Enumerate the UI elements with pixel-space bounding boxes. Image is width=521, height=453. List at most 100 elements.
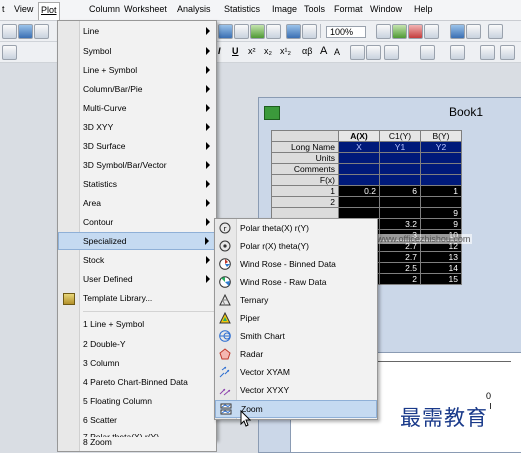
table-cell[interactable]: 13: [420, 251, 462, 263]
menu-tools-partial[interactable]: t: [2, 4, 5, 14]
submenu-item-wind-rose-binned[interactable]: Wind Rose - Binned Data: [215, 256, 377, 273]
zoom-combo[interactable]: 100%: [326, 26, 367, 38]
submenu-item-vector-xyam[interactable]: Vector XYAM: [215, 364, 377, 381]
menu-item-specialized[interactable]: Specialized: [58, 232, 216, 250]
menu-help[interactable]: Help: [414, 4, 433, 14]
table-cell[interactable]: [379, 152, 421, 164]
menu-item-3d-xyy[interactable]: 3D XYY: [58, 119, 216, 136]
duplicate-icon[interactable]: [302, 24, 317, 39]
table-cell[interactable]: Y2: [420, 141, 462, 153]
print-icon[interactable]: [376, 24, 391, 39]
submenu-item-wind-rose-raw[interactable]: Wind Rose - Raw Data: [215, 274, 377, 291]
submenu-item-piper[interactable]: Piper: [215, 310, 377, 327]
table-cell[interactable]: [420, 152, 462, 164]
menu-item-stock[interactable]: Stock: [58, 252, 216, 269]
menu-plot[interactable]: Plot: [38, 2, 60, 20]
table-cell[interactable]: 9: [420, 207, 462, 219]
import-multiple-icon[interactable]: [266, 24, 281, 39]
font-size-icon[interactable]: [2, 45, 17, 60]
menu-item-recent-8[interactable]: 8 Zoom: [83, 437, 112, 447]
save-template-icon[interactable]: [218, 24, 233, 39]
menu-item-3d-surface[interactable]: 3D Surface: [58, 138, 216, 155]
menu-item-statistics[interactable]: Statistics: [58, 176, 216, 193]
menu-item-line[interactable]: Line: [58, 23, 216, 40]
table-cell[interactable]: 3.2: [379, 218, 421, 230]
menu-item-column-bar-pie[interactable]: Column/Bar/Pie: [58, 81, 216, 98]
italic-button[interactable]: I: [218, 46, 221, 56]
menu-column[interactable]: Column: [89, 4, 120, 14]
export-icon[interactable]: [392, 24, 407, 39]
table-cell[interactable]: [338, 196, 380, 208]
menu-image[interactable]: Image: [272, 4, 297, 14]
table-cell[interactable]: 2: [379, 273, 421, 285]
increase-font-button[interactable]: A: [320, 45, 327, 57]
submenu-item-ternary[interactable]: Ternary: [215, 292, 377, 309]
import-ascii-icon[interactable]: [250, 24, 265, 39]
table-cell[interactable]: [420, 163, 462, 175]
menu-view[interactable]: View: [14, 4, 33, 14]
save-icon[interactable]: [34, 24, 49, 39]
table-cell[interactable]: [338, 174, 380, 186]
superscript-button[interactable]: x²: [248, 46, 256, 56]
menu-item-contour[interactable]: Contour: [58, 214, 216, 231]
table-cell[interactable]: 2.7: [379, 251, 421, 263]
project-explorer-icon[interactable]: [488, 24, 503, 39]
menu-item-template-library[interactable]: Template Library...: [58, 290, 216, 307]
menu-statistics[interactable]: Statistics: [224, 4, 260, 14]
table-cell[interactable]: 9: [420, 218, 462, 230]
menu-item-3d-symbol-bar-vector[interactable]: 3D Symbol/Bar/Vector: [58, 157, 216, 174]
font-color-icon[interactable]: [384, 45, 399, 60]
submenu-item-polar-theta-x[interactable]: r Polar theta(X) r(Y): [215, 220, 377, 237]
menu-item-recent-3[interactable]: 3 Column: [58, 355, 216, 372]
subscript-button[interactable]: x₂: [264, 46, 272, 56]
import-icon[interactable]: [234, 24, 249, 39]
greek-button[interactable]: αβ: [302, 46, 312, 56]
code-builder-icon[interactable]: [466, 24, 481, 39]
column-header[interactable]: A(X): [338, 130, 380, 142]
menu-format[interactable]: Format: [334, 4, 363, 14]
menu-item-area[interactable]: Area: [58, 195, 216, 212]
table-cell[interactable]: Y1: [379, 141, 421, 153]
open-icon[interactable]: [18, 24, 33, 39]
border-color-icon[interactable]: [480, 45, 495, 60]
line-width-icon[interactable]: [500, 45, 515, 60]
menu-item-recent-5[interactable]: 5 Floating Column: [58, 393, 216, 410]
menu-item-recent-6[interactable]: 6 Scatter: [58, 412, 216, 429]
table-cell[interactable]: 15: [420, 273, 462, 285]
column-header[interactable]: B(Y): [420, 130, 462, 142]
supersubscript-button[interactable]: x¹₂: [280, 46, 291, 56]
table-cell[interactable]: 6: [379, 185, 421, 197]
recalculate-icon[interactable]: [286, 24, 301, 39]
table-cell[interactable]: [338, 152, 380, 164]
fill-color-icon[interactable]: [420, 45, 435, 60]
command-window-icon[interactable]: [450, 24, 465, 39]
table-cell[interactable]: [379, 196, 421, 208]
table-cell[interactable]: [379, 163, 421, 175]
table-cell[interactable]: 1: [420, 185, 462, 197]
submenu-item-radar[interactable]: Radar: [215, 346, 377, 363]
table-cell[interactable]: 0.2: [338, 185, 380, 197]
line-style-icon[interactable]: [366, 45, 381, 60]
submenu-item-polar-r-x[interactable]: Polar r(X) theta(Y): [215, 238, 377, 255]
menu-item-line-symbol[interactable]: Line + Symbol: [58, 62, 216, 79]
menu-worksheet[interactable]: Worksheet: [124, 4, 167, 14]
submenu-item-vector-xyxy[interactable]: Vector XYXY: [215, 382, 377, 399]
menu-item-symbol[interactable]: Symbol: [58, 43, 216, 60]
menu-window[interactable]: Window: [370, 4, 402, 14]
table-cell[interactable]: [338, 207, 380, 219]
menu-item-recent-4[interactable]: 4 Pareto Chart-Binned Data: [58, 374, 216, 391]
menu-tools[interactable]: Tools: [304, 4, 325, 14]
table-cell[interactable]: 2.5: [379, 262, 421, 274]
menu-item-multi-curve[interactable]: Multi-Curve: [58, 100, 216, 117]
menu-analysis[interactable]: Analysis: [177, 4, 211, 14]
menu-item-recent-2[interactable]: 2 Double-Y: [58, 336, 216, 353]
results-log-icon[interactable]: [424, 24, 439, 39]
menu-item-user-defined[interactable]: User Defined: [58, 271, 216, 288]
underline-button[interactable]: U: [232, 46, 239, 56]
table-cell[interactable]: [338, 163, 380, 175]
table-cell[interactable]: [420, 174, 462, 186]
refresh-icon[interactable]: [408, 24, 423, 39]
menu-item-recent-1[interactable]: 1 Line + Symbol: [58, 316, 216, 333]
table-cell[interactable]: [379, 174, 421, 186]
table-cell[interactable]: X: [338, 141, 380, 153]
